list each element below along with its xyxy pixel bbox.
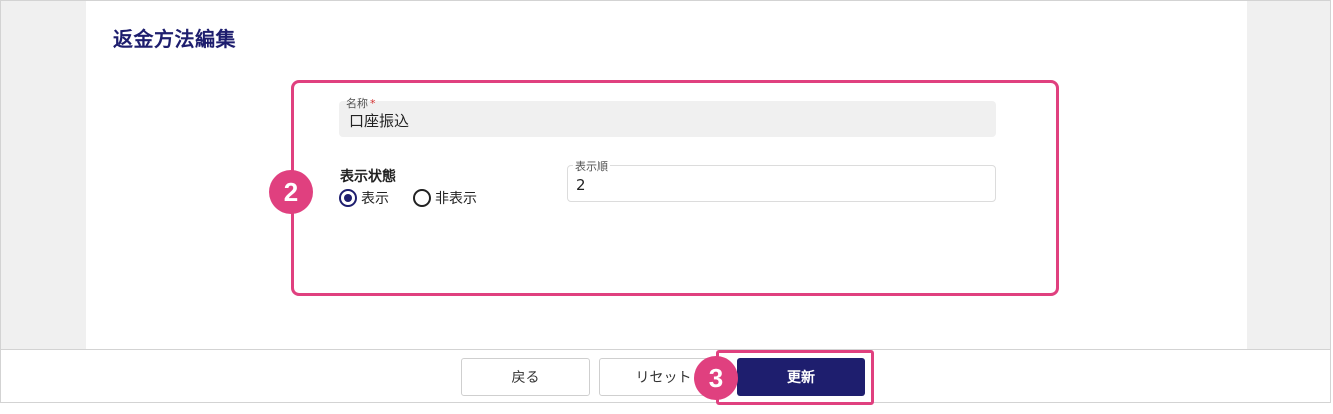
display-order-label: 表示順 <box>573 158 610 174</box>
radio-show-label: 表示 <box>361 191 389 207</box>
back-button[interactable]: 戻る <box>461 358 590 396</box>
display-order-field[interactable] <box>567 165 996 202</box>
name-label-text: 名称 <box>346 97 368 110</box>
name-field[interactable] <box>339 101 996 137</box>
update-button[interactable]: 更新 <box>737 358 865 396</box>
display-order-value: 2 <box>576 176 586 194</box>
radio-checked-icon <box>339 189 357 207</box>
required-mark: * <box>370 97 376 110</box>
step-2-badge: 2 <box>269 170 313 214</box>
name-field-value: 口座振込 <box>349 112 410 130</box>
name-field-label: 名称 * <box>346 95 376 111</box>
display-status-label: 表示状態 <box>340 169 396 185</box>
step-3-badge: 3 <box>694 356 738 400</box>
radio-unchecked-icon <box>413 189 431 207</box>
radio-show[interactable]: 表示 <box>339 188 389 208</box>
page-title: 返金方法編集 <box>113 27 236 51</box>
radio-hide[interactable]: 非表示 <box>413 188 477 208</box>
radio-hide-label: 非表示 <box>435 191 477 207</box>
display-status-radio-group: 表示 非表示 <box>339 188 501 208</box>
